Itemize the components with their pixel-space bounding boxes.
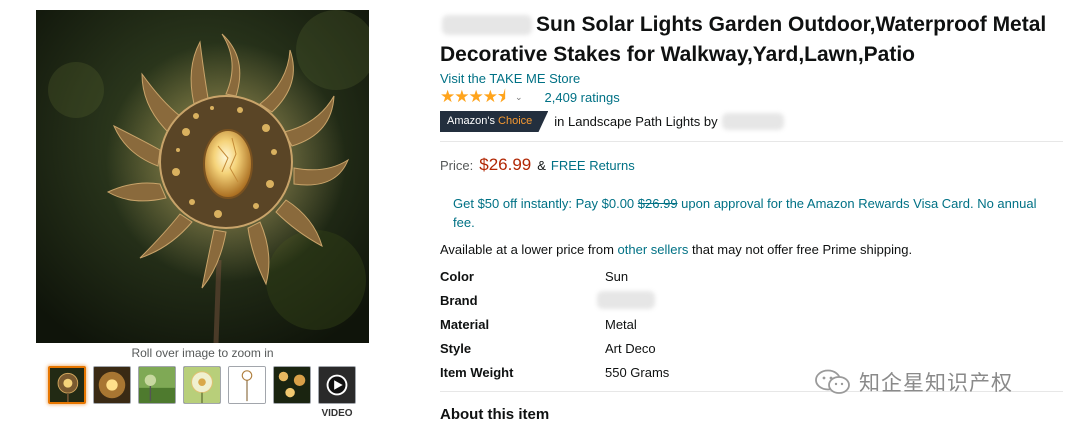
video-label: VIDEO xyxy=(321,408,353,419)
rewards-card-promo[interactable]: Get $50 off instantly: Pay $0.00 $26.99 … xyxy=(453,194,1043,232)
lower-price-notice: Available at a lower price from other se… xyxy=(440,242,912,257)
visit-store-link[interactable]: Visit the TAKE ME Store xyxy=(440,71,580,86)
sun-glow-thumb-image xyxy=(94,367,130,403)
amazons-choice-row: Amazon's Choice in Landscape Path Lights… xyxy=(440,111,784,132)
dandelion-thumb-image xyxy=(184,367,220,403)
lower-price-text-1: Available at a lower price from xyxy=(440,242,618,257)
spec-row-material: Material Metal xyxy=(440,317,840,337)
spec-value: Metal xyxy=(605,317,637,332)
choice-category: in Landscape Path Lights by xyxy=(554,114,718,129)
play-icon xyxy=(319,367,355,403)
price-row: Price: $26.99 & FREE Returns xyxy=(440,155,635,175)
price-value: $26.99 xyxy=(479,155,532,174)
spec-row-item-weight: Item Weight 550 Grams xyxy=(440,365,840,385)
spec-key: Style xyxy=(440,341,472,356)
ratings-count-link[interactable]: 2,409 ratings xyxy=(545,90,620,105)
stake-outline-thumb-image xyxy=(229,367,265,403)
divider xyxy=(440,141,1063,142)
badge-text-1: Amazon's xyxy=(447,115,499,127)
garden-thumb-image xyxy=(139,367,175,403)
other-sellers-link[interactable]: other sellers xyxy=(618,242,689,257)
sun-stake-thumb-image xyxy=(50,368,84,402)
night-lights-thumb-image xyxy=(274,367,310,403)
product-title: Sun Solar Lights Garden Outdoor,Waterpro… xyxy=(440,13,1047,66)
promo-strike-price: $26.99 xyxy=(637,196,678,211)
blurred-seller-name xyxy=(721,113,784,130)
spec-row-style: Style Art Deco xyxy=(440,341,840,361)
thumbnail-6[interactable] xyxy=(273,366,311,404)
chevron-down-icon[interactable]: ⌄ xyxy=(515,92,523,103)
thumbnail-video[interactable] xyxy=(318,366,356,404)
spec-key: Brand xyxy=(440,293,478,308)
spec-value: Art Deco xyxy=(605,341,656,356)
spec-key: Item Weight xyxy=(440,365,514,380)
free-returns-link[interactable]: FREE Returns xyxy=(551,158,635,173)
spec-row-brand: Brand xyxy=(440,291,840,313)
thumbnail-3[interactable] xyxy=(138,366,176,404)
rating-row: ★★★★⯨ ⌄ 2,409 ratings xyxy=(440,88,620,106)
lower-price-text-2: that may not offer free Prime shipping. xyxy=(688,242,913,257)
about-this-item-heading: About this item xyxy=(440,406,550,423)
thumbnail-5[interactable] xyxy=(228,366,266,404)
thumbnail-4[interactable] xyxy=(183,366,221,404)
promo-text-1: Get $50 off instantly: Pay $0.00 xyxy=(453,196,638,211)
spec-row-color: Color Sun xyxy=(440,269,840,289)
star-rating-icon[interactable]: ★★★★⯨ xyxy=(440,88,506,106)
badge-text-2: Choice xyxy=(498,115,533,127)
price-label: Price: xyxy=(440,158,474,173)
price-separator: & xyxy=(537,158,546,173)
spec-value: Sun xyxy=(605,269,629,284)
watermark: 知企星知识产权 xyxy=(815,367,1013,397)
zoom-hint: Roll over image to zoom in xyxy=(131,346,274,360)
main-product-image[interactable] xyxy=(36,10,369,343)
thumbnail-2[interactable] xyxy=(93,366,131,404)
spec-key: Color xyxy=(440,269,474,284)
spec-value: 550 Grams xyxy=(605,365,670,380)
amazons-choice-badge: Amazon's Choice xyxy=(440,111,549,132)
blurred-brand-value xyxy=(597,291,655,309)
thumbnail-1[interactable] xyxy=(48,366,86,404)
sun-stake-image xyxy=(36,10,369,343)
watermark-text: 知企星知识产权 xyxy=(859,372,1013,395)
spec-key: Material xyxy=(440,317,490,332)
wechat-icon xyxy=(815,369,850,394)
